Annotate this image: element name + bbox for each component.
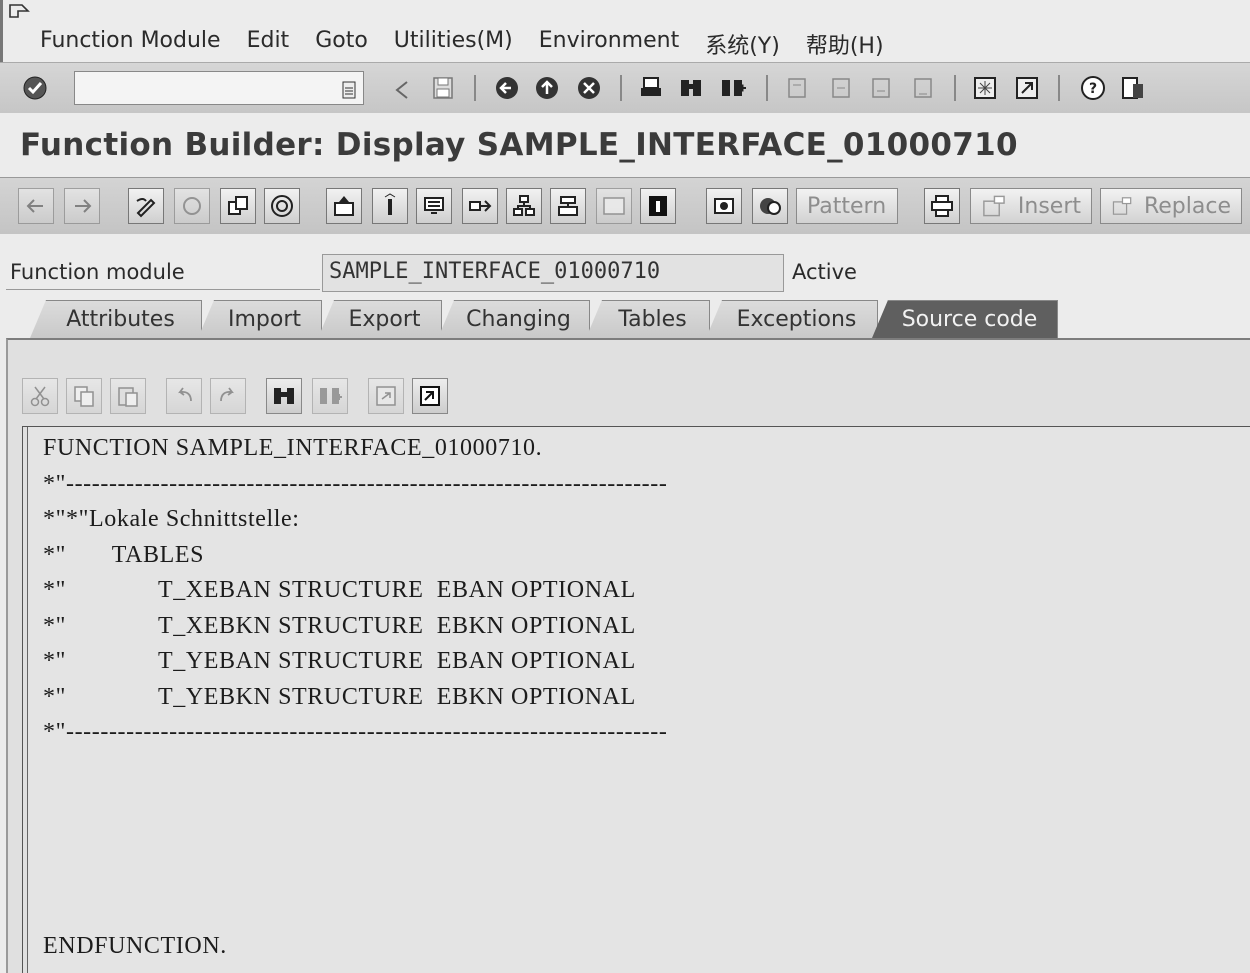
navigate-icon[interactable] <box>462 188 498 224</box>
system-toolbar: ? <box>0 62 1250 114</box>
main-area: Function module SAMPLE_INTERFACE_0100071… <box>0 234 1250 973</box>
page-title: Function Builder: Display SAMPLE_INTERFA… <box>20 127 1018 163</box>
label-underline <box>6 289 320 290</box>
copy-icon[interactable] <box>66 378 102 414</box>
check-icon[interactable] <box>264 188 300 224</box>
save-icon[interactable] <box>428 73 458 103</box>
find-next-icon[interactable] <box>718 73 748 103</box>
status-text: Active <box>792 260 857 284</box>
previous-page-icon[interactable] <box>826 73 856 103</box>
pattern-button[interactable]: Pattern <box>796 188 898 224</box>
tab-changing[interactable]: Changing <box>438 300 590 338</box>
menu-goto[interactable]: Goto <box>315 28 368 60</box>
menu-help[interactable]: 帮助(H) <box>806 28 884 60</box>
code-line: *" TABLES <box>43 542 205 568</box>
cut-icon[interactable] <box>22 378 58 414</box>
svg-text:?: ? <box>1089 81 1097 97</box>
module-assistant-icon[interactable] <box>752 188 788 224</box>
insert-button-label: Insert <box>1017 193 1081 219</box>
tab-source-code[interactable]: Source code <box>872 300 1058 338</box>
layout-menu-icon[interactable] <box>1118 73 1148 103</box>
insert-icon <box>983 195 1005 217</box>
function-module-label: Function module <box>10 260 185 284</box>
redo-icon[interactable] <box>210 378 246 414</box>
editor-find-icon[interactable] <box>266 378 302 414</box>
menu-bar: Function Module Edit Goto Utilities(M) E… <box>0 0 1250 62</box>
tab-attributes[interactable]: Attributes <box>30 300 202 338</box>
back-icon[interactable] <box>492 73 522 103</box>
display-change-icon[interactable] <box>128 188 164 224</box>
menu-function-module[interactable]: Function Module <box>40 28 221 60</box>
other-object-icon[interactable] <box>220 188 256 224</box>
menu-environment[interactable]: Environment <box>539 28 679 60</box>
insert-button[interactable]: Insert <box>970 188 1092 224</box>
tab-export[interactable]: Export <box>318 300 442 338</box>
code-line: *"--------------------------------------… <box>43 719 668 745</box>
enhance-icon[interactable] <box>706 188 742 224</box>
where-used-icon[interactable] <box>416 188 452 224</box>
application-toolbar: Pattern Insert Replace <box>0 177 1250 235</box>
upload-icon[interactable] <box>368 378 404 414</box>
enter-check-icon[interactable] <box>20 73 50 103</box>
tab-exceptions[interactable]: Exceptions <box>706 300 878 338</box>
function-module-field[interactable]: SAMPLE_INTERFACE_01000710 <box>322 254 784 292</box>
menu-edit[interactable]: Edit <box>247 28 290 60</box>
download-icon[interactable] <box>412 378 448 414</box>
tab-tables[interactable]: Tables <box>586 300 710 338</box>
replace-button[interactable]: Replace <box>1100 188 1242 224</box>
undo-icon[interactable] <box>166 378 202 414</box>
back-arrow-icon[interactable] <box>388 75 418 105</box>
code-line: FUNCTION SAMPLE_INTERFACE_01000710. <box>43 435 543 461</box>
cancel-icon[interactable] <box>574 73 604 103</box>
exit-icon[interactable] <box>532 73 562 103</box>
code-line: *" T_XEBAN STRUCTURE EBAN OPTIONAL <box>43 577 636 603</box>
active-inactive-icon[interactable] <box>174 188 210 224</box>
print-icon[interactable] <box>636 73 666 103</box>
paste-icon[interactable] <box>110 378 146 414</box>
command-field[interactable] <box>74 71 364 105</box>
object-list-icon[interactable] <box>506 188 542 224</box>
next-page-icon[interactable] <box>866 73 896 103</box>
fullscreen-icon[interactable] <box>596 188 632 224</box>
editor-find-next-icon[interactable] <box>312 378 348 414</box>
test-icon[interactable] <box>372 188 408 224</box>
new-session-icon[interactable] <box>970 73 1000 103</box>
activate-icon[interactable] <box>326 188 362 224</box>
code-line: ENDFUNCTION. <box>43 933 227 959</box>
last-page-icon[interactable] <box>908 73 938 103</box>
source-code-editor[interactable]: FUNCTION SAMPLE_INTERFACE_01000710. *"--… <box>22 426 1250 973</box>
window-edge <box>0 0 3 62</box>
code-line: *"--------------------------------------… <box>43 471 668 497</box>
code-line: *" T_YEBAN STRUCTURE EBAN OPTIONAL <box>43 648 636 674</box>
code-line: *" T_XEBKN STRUCTURE EBKN OPTIONAL <box>43 613 636 639</box>
system-menu-icon[interactable] <box>8 3 32 21</box>
command-input[interactable] <box>75 72 337 102</box>
menu-system[interactable]: 系统(Y) <box>705 28 780 60</box>
replace-button-label: Replace <box>1143 193 1231 219</box>
first-page-icon[interactable] <box>782 73 812 103</box>
code-line: *"*"Lokale Schnittstelle: <box>43 506 300 532</box>
shortcut-icon[interactable] <box>1012 73 1042 103</box>
tab-import[interactable]: Import <box>198 300 322 338</box>
code-line: *" T_YEBKN STRUCTURE EBKN OPTIONAL <box>43 684 636 710</box>
display-object-list-icon[interactable] <box>550 188 586 224</box>
forward-arrow-nav-icon[interactable] <box>64 188 100 224</box>
title-bar: Function Builder: Display SAMPLE_INTERFA… <box>0 113 1250 177</box>
pretty-printer-icon[interactable] <box>924 188 960 224</box>
command-dropdown-icon[interactable] <box>334 75 364 105</box>
pattern-button-label: Pattern <box>807 193 887 219</box>
find-icon[interactable] <box>676 73 706 103</box>
menu-utilities[interactable]: Utilities(M) <box>394 28 513 60</box>
info-icon[interactable] <box>640 188 676 224</box>
help-icon[interactable]: ? <box>1078 73 1108 103</box>
replace-icon <box>1112 197 1132 215</box>
back-arrow-nav-icon[interactable] <box>18 188 54 224</box>
